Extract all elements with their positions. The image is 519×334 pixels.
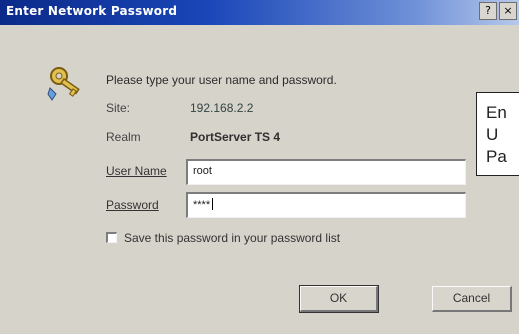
annotation-callout: En U Pa [476, 92, 519, 176]
realm-label: Realm [106, 130, 141, 144]
window-title: Enter Network Password [6, 4, 178, 18]
username-value: root [193, 165, 212, 177]
realm-value: PortServer TS 4 [190, 130, 281, 144]
cancel-button[interactable]: Cancel [432, 286, 512, 312]
enter-network-password-dialog: Enter Network Password ? × Please type y… [0, 0, 519, 334]
key-icon [47, 67, 80, 101]
save-password-label[interactable]: Save this password in your password list [124, 231, 340, 245]
callout-line: En [486, 103, 507, 122]
callout-line: U [486, 125, 499, 144]
site-value: 192.168.2.2 [190, 101, 254, 115]
callout-line: Pa [486, 147, 507, 166]
username-label: User Name [106, 164, 167, 178]
site-label: Site: [106, 101, 131, 115]
password-input[interactable]: **** [186, 192, 466, 218]
instruction-text: Please type your user name and password. [106, 73, 337, 87]
ok-button[interactable]: OK [299, 285, 379, 313]
password-label: Password [106, 198, 159, 212]
save-password-checkbox[interactable] [106, 232, 117, 243]
password-value: **** [193, 199, 211, 211]
title-bar-buttons: ? × [479, 2, 519, 22]
username-input[interactable]: root [186, 159, 466, 185]
help-icon[interactable]: ? [479, 2, 497, 20]
text-caret [212, 198, 214, 210]
close-icon[interactable]: × [499, 2, 517, 20]
title-bar[interactable]: Enter Network Password ? × [0, 0, 519, 25]
